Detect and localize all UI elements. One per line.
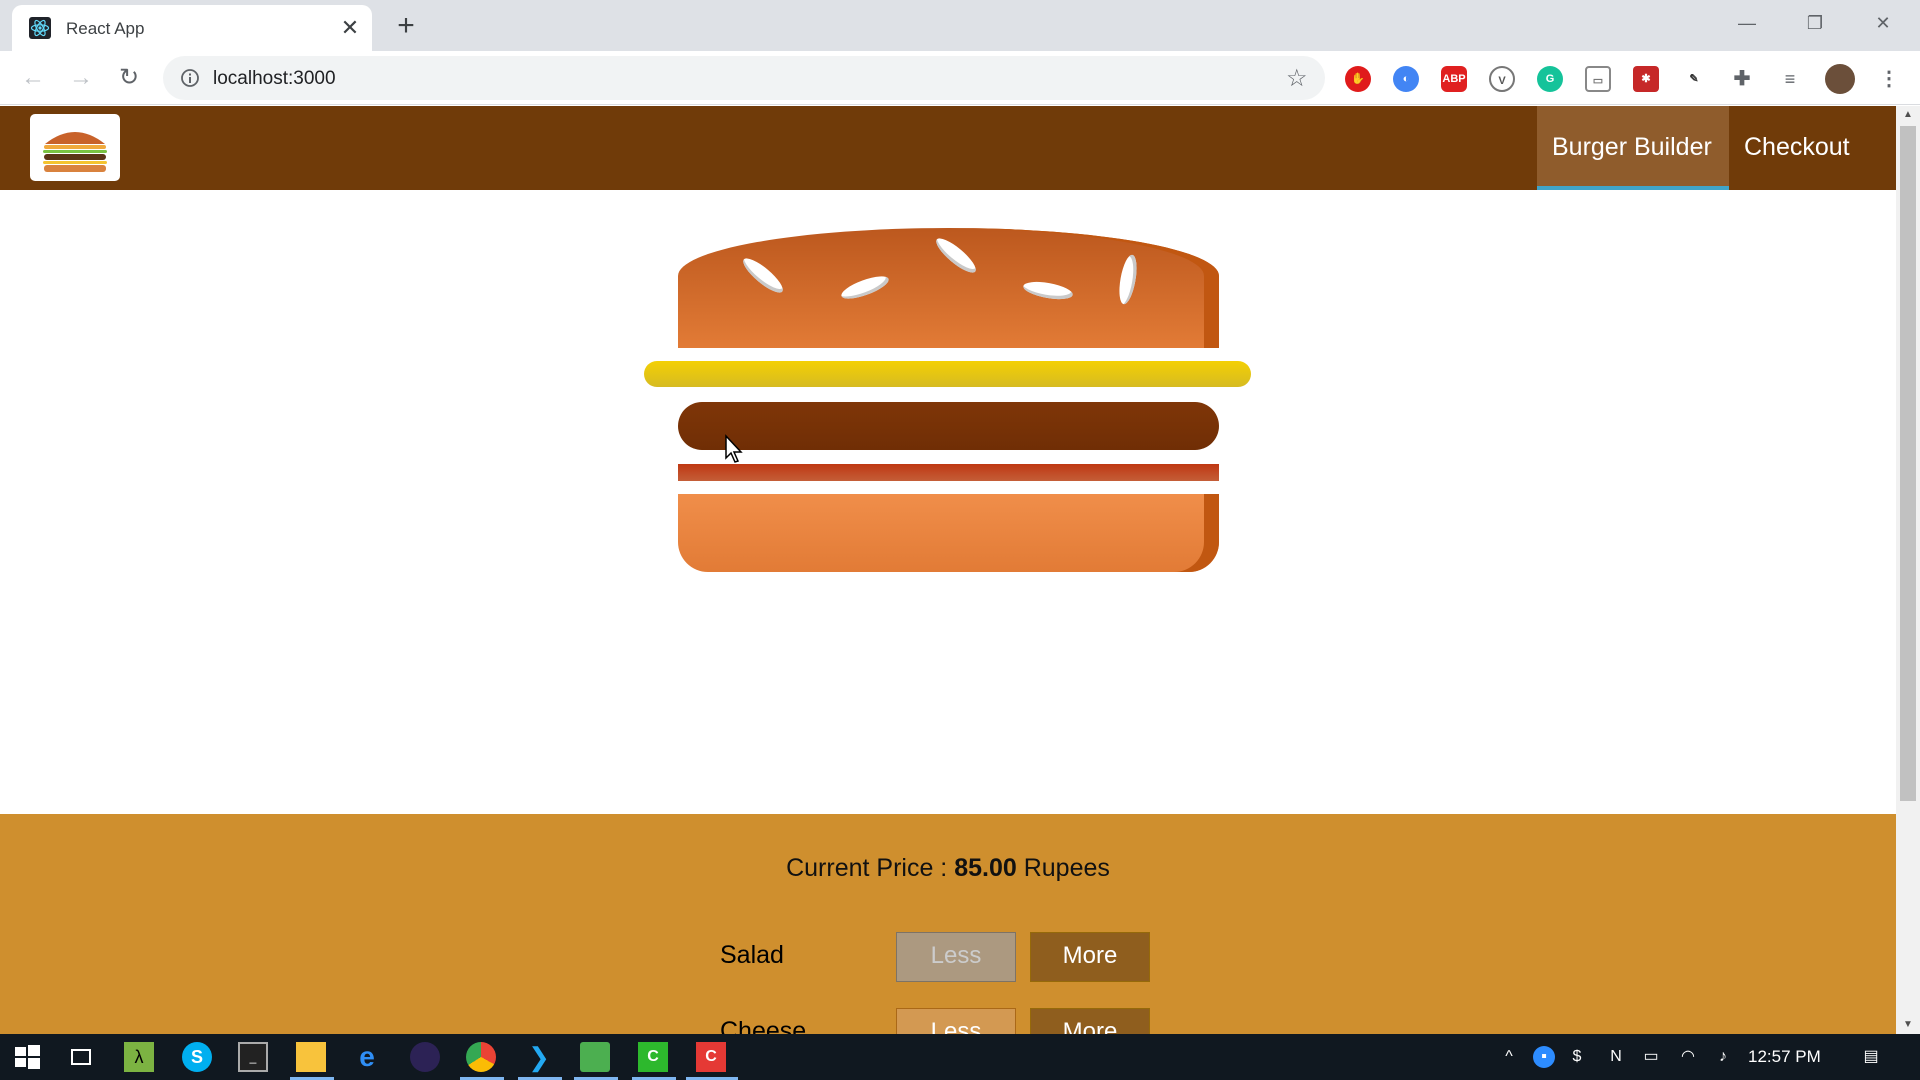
restore-icon[interactable]: ❐ — [1792, 6, 1838, 40]
salad-less-button[interactable]: Less — [896, 932, 1016, 982]
control-row-salad: Salad Less More — [0, 930, 1896, 982]
sesame-seed — [1116, 253, 1140, 306]
dollar-tray-icon[interactable]: $ — [1566, 1046, 1588, 1068]
current-price: Current Price : 85.00 Rupees — [0, 854, 1896, 883]
browser-tab-strip: React App ✕ + — ❐ ✕ — [0, 0, 1920, 51]
vscode-icon[interactable]: ❯ — [524, 1042, 554, 1072]
app-toolbar: Burger Builder Checkout — [0, 106, 1896, 190]
volume-icon[interactable]: ♪ — [1712, 1046, 1734, 1068]
new-tab-button[interactable]: + — [390, 10, 422, 42]
abp-icon[interactable]: ABP — [1441, 66, 1467, 92]
sesame-seed — [932, 233, 980, 278]
windows-taskbar: λ S _ e ❯ C C ^ ▪ $ N ▭ ◠ ♪ 12:57 PM ▤ — [0, 1034, 1920, 1080]
bread-bottom — [678, 494, 1219, 572]
meat-layer — [678, 402, 1219, 450]
camtasia-green-icon[interactable]: C — [638, 1042, 668, 1072]
extension-color-icon[interactable]: ◐ — [1393, 66, 1419, 92]
sesame-seed — [739, 253, 787, 298]
page-scrollbar[interactable]: ▲ ▼ — [1896, 106, 1920, 1034]
zoom-tray-icon[interactable]: ▪ — [1533, 1046, 1555, 1068]
camtasia-red-icon[interactable]: C — [696, 1042, 726, 1072]
file-explorer-icon[interactable] — [296, 1042, 326, 1072]
minimize-icon[interactable]: — — [1724, 6, 1770, 40]
bread-top — [678, 228, 1219, 348]
close-tab-icon[interactable]: ✕ — [337, 15, 363, 41]
spreadsheet-icon[interactable] — [580, 1042, 610, 1072]
cheese-less-button[interactable]: Less — [896, 1008, 1016, 1034]
price-value: 85.00 — [954, 854, 1017, 882]
build-controls: Current Price : 85.00 Rupees Salad Less … — [0, 814, 1896, 1034]
browser-toolbar: ← → ↻ localhost:3000 ☆ ✋ ◐ ABP V G ▭ ✱ ✎… — [0, 51, 1920, 105]
address-bar[interactable]: localhost:3000 ☆ — [163, 56, 1325, 100]
scroll-up-icon[interactable]: ▲ — [1896, 106, 1920, 124]
price-label: Current Price : — [786, 854, 955, 882]
burger-logo-icon — [43, 132, 107, 172]
cast-icon[interactable]: ▭ — [1585, 66, 1611, 92]
windows-start-icon[interactable] — [12, 1042, 42, 1072]
notifications-icon[interactable]: ▤ — [1860, 1046, 1882, 1068]
cheese-layer — [644, 361, 1251, 387]
profile-avatar-icon[interactable] — [1825, 64, 1855, 94]
grammarly-icon[interactable]: G — [1537, 66, 1563, 92]
window-close-icon[interactable]: ✕ — [1860, 6, 1906, 40]
burger-preview — [0, 190, 1896, 814]
mouse-cursor-icon — [725, 434, 743, 463]
eyedropper-icon[interactable]: ✎ — [1681, 66, 1707, 92]
browser-tab[interactable]: React App ✕ — [12, 5, 372, 51]
wifi-icon[interactable]: ◠ — [1677, 1046, 1699, 1068]
v-extension-icon[interactable]: V — [1489, 66, 1515, 92]
battery-icon[interactable]: ▭ — [1640, 1046, 1662, 1068]
bookmark-star-icon[interactable]: ☆ — [1286, 64, 1308, 93]
terminal-icon[interactable]: _ — [238, 1042, 268, 1072]
nav-burger-builder[interactable]: Burger Builder — [1537, 106, 1729, 190]
skype-icon[interactable]: S — [182, 1042, 212, 1072]
menu-kebab-icon[interactable]: ⋮ — [1876, 66, 1902, 92]
back-arrow-icon[interactable]: ← — [18, 63, 48, 93]
scroll-thumb[interactable] — [1900, 126, 1916, 801]
react-icon — [29, 17, 51, 39]
chrome-icon[interactable] — [466, 1042, 496, 1072]
burger-logo[interactable] — [30, 114, 120, 181]
info-icon[interactable] — [179, 67, 201, 89]
reload-icon[interactable]: ↻ — [114, 63, 144, 93]
cheese-more-button[interactable]: More — [1030, 1008, 1150, 1034]
task-view-icon[interactable] — [66, 1042, 96, 1072]
lambda-app-icon[interactable]: λ — [124, 1042, 154, 1072]
bacon-layer — [678, 464, 1219, 481]
price-unit: Rupees — [1016, 854, 1110, 882]
tray-overflow-icon[interactable]: ^ — [1498, 1046, 1520, 1068]
eclipse-icon[interactable] — [410, 1042, 440, 1072]
scroll-down-icon[interactable]: ▼ — [1896, 1016, 1920, 1034]
taskbar-clock[interactable]: 12:57 PM — [1748, 1047, 1821, 1067]
salad-more-button[interactable]: More — [1030, 932, 1150, 982]
sesame-seed — [838, 271, 892, 304]
nav-checkout[interactable]: Checkout — [1729, 106, 1874, 190]
sesame-seed — [1022, 278, 1074, 303]
url-text: localhost:3000 — [213, 68, 336, 89]
control-label: Cheese — [720, 1017, 807, 1034]
onenote-tray-icon[interactable]: N — [1605, 1046, 1627, 1068]
control-label: Salad — [720, 941, 784, 969]
media-queue-icon[interactable]: ≡ — [1777, 66, 1803, 92]
extensions-puzzle-icon[interactable]: ✚ — [1729, 66, 1755, 92]
internet-explorer-icon[interactable]: e — [352, 1042, 382, 1072]
forward-arrow-icon[interactable]: → — [66, 63, 96, 93]
tab-title: React App — [66, 19, 145, 38]
puzzle-red-icon[interactable]: ✱ — [1633, 66, 1659, 92]
adblock-icon[interactable]: ✋ — [1345, 66, 1371, 92]
control-row-cheese: Cheese Less More — [0, 1006, 1896, 1034]
app-viewport: Burger Builder Checkout Current Price : … — [0, 106, 1896, 1034]
